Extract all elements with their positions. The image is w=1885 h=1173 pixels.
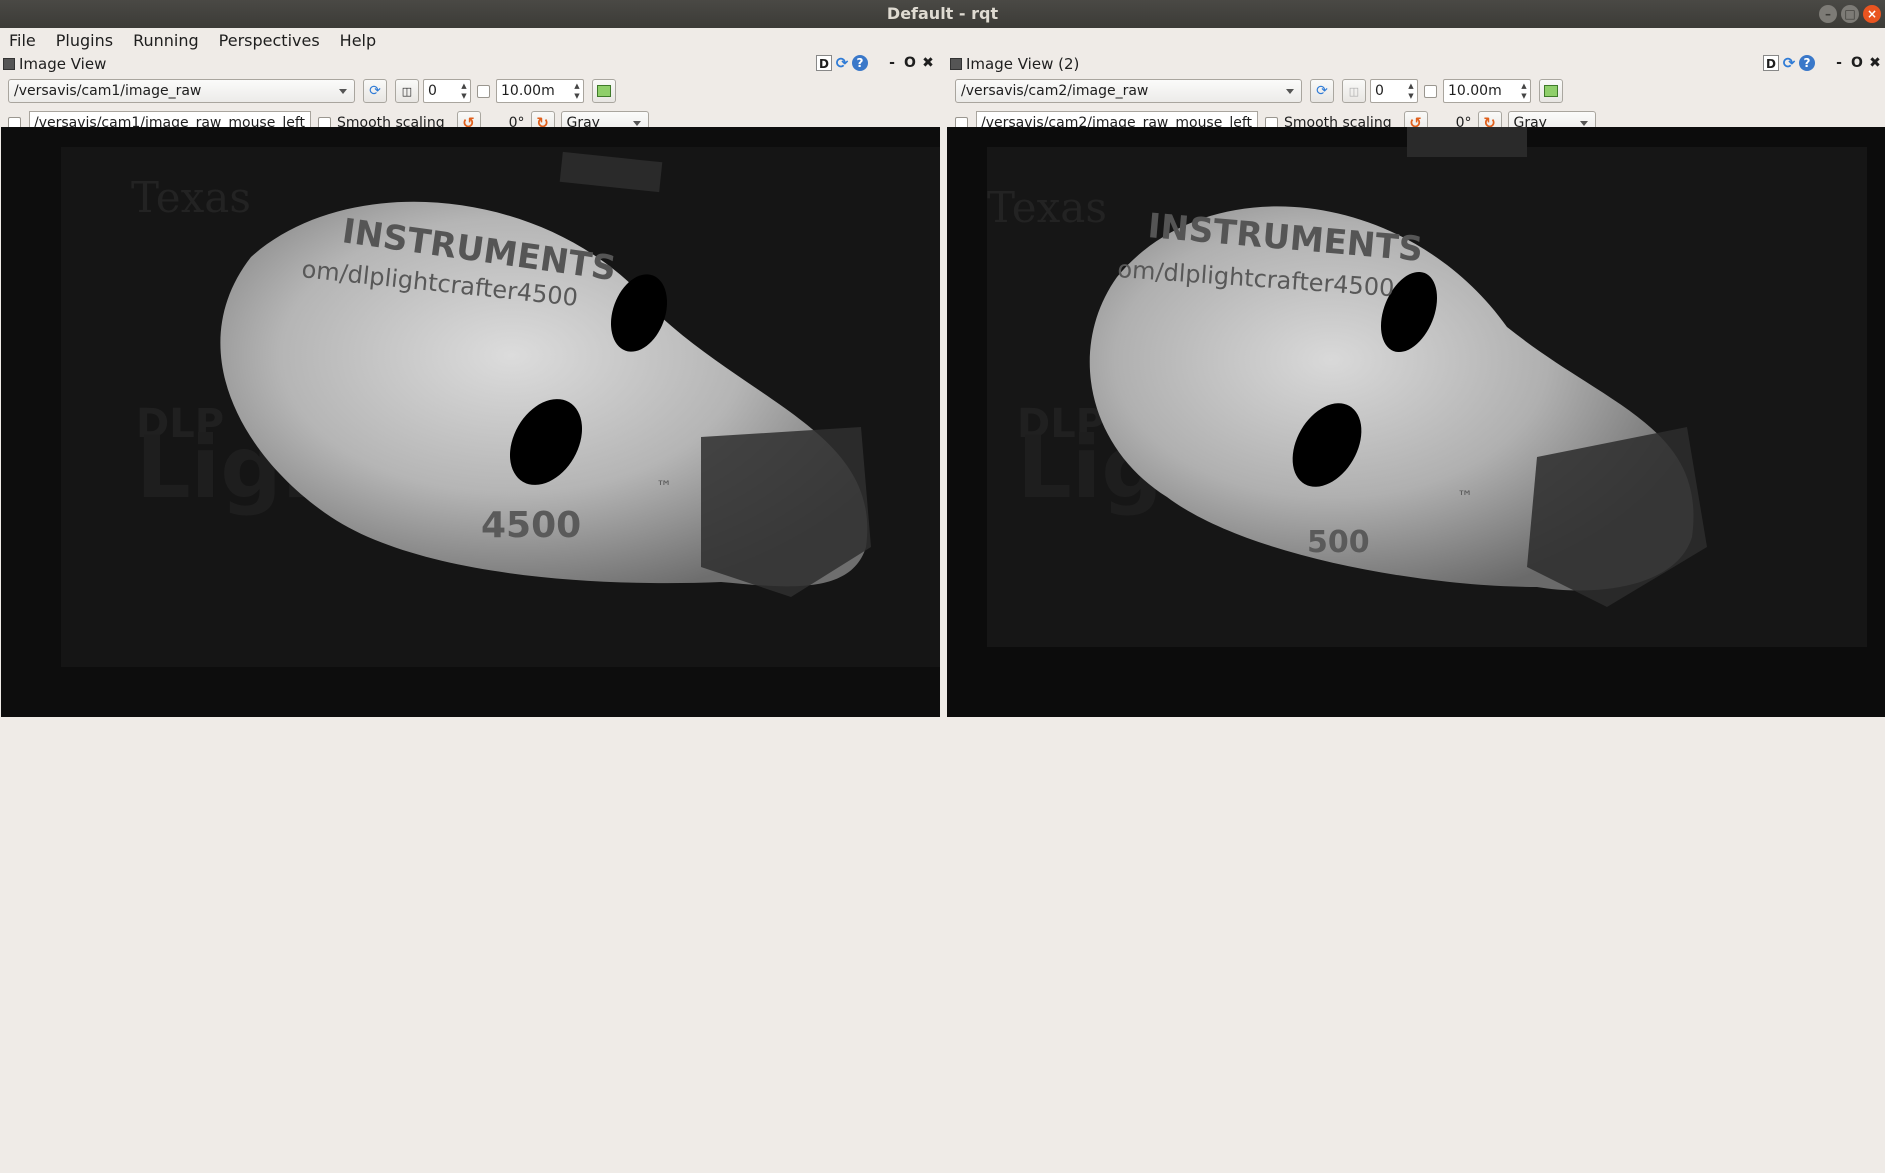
topic-select-value: /versavis/cam1/image_raw <box>14 83 202 99</box>
zoom-button[interactable]: ◫ <box>1342 79 1366 103</box>
background-text-texas: Texas <box>987 183 1107 232</box>
refresh-topics-button[interactable]: ⟳ <box>363 79 387 103</box>
max-value-checkbox[interactable] <box>477 84 490 98</box>
max-value-spinbox[interactable]: 10.00m ▲ ▼ <box>496 79 584 103</box>
camera-image-2-canvas: Texas DLP LightCrafter INSTRUMENTS om/dl… <box>947 127 1885 717</box>
panel-title: Image View (2) <box>966 55 1080 73</box>
close-window-button[interactable]: × <box>1863 5 1881 23</box>
menu-bar: File Plugins Running Perspectives Help <box>0 28 1885 53</box>
camera-image-2[interactable]: Texas DLP LightCrafter INSTRUMENTS om/dl… <box>947 127 1885 717</box>
chevron-down-icon <box>1579 121 1588 126</box>
max-value-checkbox[interactable] <box>1424 84 1437 98</box>
spin-down-icon[interactable]: ▼ <box>461 91 466 101</box>
panel-dock-icon[interactable] <box>3 58 15 70</box>
panel-title: Image View <box>19 55 107 73</box>
topic-select[interactable]: /versavis/cam2/image_raw <box>955 79 1302 103</box>
zoom-button[interactable]: ◫ <box>395 79 419 103</box>
menu-running[interactable]: Running <box>130 31 202 50</box>
chevron-down-icon <box>339 89 347 94</box>
panel-d-button[interactable]: D <box>1763 55 1779 71</box>
image-view-panel-2: Image View (2) D ⟳ ? - O ✖ /versavis/cam… <box>947 53 1885 863</box>
help-icon[interactable]: ? <box>852 55 868 71</box>
mask-4500-text: 4500 <box>481 505 581 546</box>
panel-close-icon[interactable]: ✖ <box>920 55 936 71</box>
menu-file[interactable]: File <box>6 31 39 50</box>
camera-image-1-canvas: Texas DLP LightCrafter INSTRUMENTS om/dl… <box>1 127 940 717</box>
topic-select-value: /versavis/cam2/image_raw <box>961 83 1149 99</box>
reload-icon[interactable]: ⟳ <box>834 55 850 71</box>
frame-spinbox[interactable]: 0 ▲ ▼ <box>423 79 471 103</box>
mask-tm-text: ™ <box>1457 487 1473 506</box>
menu-help[interactable]: Help <box>337 31 379 50</box>
spin-up-icon[interactable]: ▲ <box>1408 81 1413 91</box>
spin-up-icon[interactable]: ▲ <box>574 81 579 91</box>
spin-down-icon[interactable]: ▼ <box>1521 91 1526 101</box>
panel-minimize-button[interactable]: - <box>1831 55 1847 71</box>
camera-image-1[interactable]: Texas DLP LightCrafter INSTRUMENTS om/dl… <box>1 127 940 717</box>
spin-up-icon[interactable]: ▲ <box>461 81 466 91</box>
panel-float-button[interactable]: O <box>1849 55 1865 71</box>
spin-down-icon[interactable]: ▼ <box>574 91 579 101</box>
panel-header: Image View (2) D ⟳ ? - O ✖ <box>947 53 1885 75</box>
save-image-icon <box>1544 85 1558 97</box>
refresh-icon: ⟳ <box>369 83 381 99</box>
zoom-icon: ◫ <box>1348 84 1360 98</box>
chevron-down-icon <box>632 121 641 126</box>
panel-minimize-button[interactable]: - <box>884 55 900 71</box>
save-image-button[interactable] <box>1539 79 1563 103</box>
max-value-spinbox-value: 10.00m <box>501 83 555 99</box>
reload-icon[interactable]: ⟳ <box>1781 55 1797 71</box>
window-title: Default - rqt <box>886 4 999 23</box>
image-view-panel-1: Image View D ⟳ ? - O ✖ /versavis/cam1/im… <box>0 53 940 863</box>
frame-spinbox-value: 0 <box>1375 83 1384 99</box>
help-icon[interactable]: ? <box>1799 55 1815 71</box>
maximize-window-button[interactable]: □ <box>1841 5 1859 23</box>
menu-perspectives[interactable]: Perspectives <box>216 31 323 50</box>
panel-float-button[interactable]: O <box>902 55 918 71</box>
mask-4500-text: 500 <box>1307 525 1370 560</box>
topic-select[interactable]: /versavis/cam1/image_raw <box>8 79 355 103</box>
panel-dock-icon[interactable] <box>950 58 962 70</box>
max-value-spinbox[interactable]: 10.00m ▲ ▼ <box>1443 79 1531 103</box>
background-text-texas: Texas <box>131 173 251 222</box>
frame-spinbox-value: 0 <box>428 83 437 99</box>
panel-header: Image View D ⟳ ? - O ✖ <box>0 53 940 75</box>
refresh-icon: ⟳ <box>1316 83 1328 99</box>
minimize-window-button[interactable]: – <box>1819 5 1837 23</box>
spin-down-icon[interactable]: ▼ <box>1408 91 1413 101</box>
panel-d-button[interactable]: D <box>816 55 832 71</box>
chevron-down-icon <box>1286 89 1294 94</box>
save-image-icon <box>597 85 611 97</box>
spin-up-icon[interactable]: ▲ <box>1521 81 1526 91</box>
window-title-bar: Default - rqt – □ × <box>0 0 1885 28</box>
mask-tm-text: ™ <box>656 477 672 496</box>
menu-plugins[interactable]: Plugins <box>53 31 116 50</box>
frame-spinbox[interactable]: 0 ▲ ▼ <box>1370 79 1418 103</box>
zoom-icon: ◫ <box>401 84 413 98</box>
refresh-topics-button[interactable]: ⟳ <box>1310 79 1334 103</box>
panel-close-icon[interactable]: ✖ <box>1867 55 1883 71</box>
save-image-button[interactable] <box>592 79 616 103</box>
max-value-spinbox-value: 10.00m <box>1448 83 1502 99</box>
